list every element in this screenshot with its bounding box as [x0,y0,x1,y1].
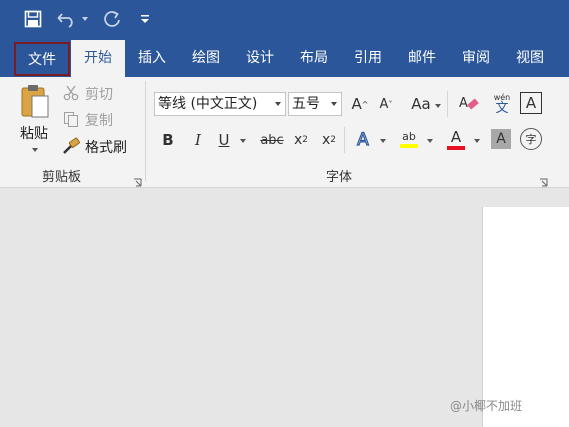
tab-home[interactable]: 开始 [71,40,125,77]
watermark-text: @小椰不加班 [450,399,523,413]
tab-view[interactable]: 视图 [504,40,556,77]
svg-text:A: A [459,96,468,111]
document-page[interactable] [482,207,569,427]
clipboard-group-label: 剪贴板 [42,170,82,185]
bold-button[interactable]: B [158,128,178,152]
font-size-value: 五号 [292,96,320,112]
tab-insert[interactable]: 插入 [126,40,178,77]
redo-icon[interactable] [101,8,123,30]
highlight-icon[interactable]: ab [398,126,420,152]
clear-formatting-icon[interactable]: A [456,92,482,116]
font-color-dropdown-icon[interactable] [474,139,480,143]
tab-draw[interactable]: 绘图 [180,40,232,77]
text-effects-dropdown-icon[interactable] [380,139,386,143]
change-case-button[interactable]: Aa [410,92,441,116]
clipboard-launcher-icon[interactable] [133,172,142,187]
grow-font-icon[interactable]: A ^ [350,92,370,116]
text-effects-icon[interactable]: A [352,128,374,152]
underline-button[interactable]: U [214,128,234,152]
highlight-dropdown-icon[interactable] [427,139,433,143]
font-group-label: 字体 [326,170,353,185]
superscript-button[interactable]: x2 [319,128,339,152]
divider [344,127,345,153]
subscript-button[interactable]: x2 [291,128,311,152]
character-shading-icon[interactable]: A [491,129,511,149]
paste-dropdown-icon[interactable] [32,148,38,152]
format-painter-icon [62,137,82,155]
tab-references[interactable]: 引用 [342,40,394,77]
cut-button[interactable]: 剪切 [85,84,113,104]
format-painter-button[interactable]: 格式刷 [85,137,127,157]
quick-access-toolbar [0,0,569,40]
save-icon[interactable] [22,8,44,30]
underline-dropdown-icon[interactable] [240,139,246,143]
tab-review[interactable]: 审阅 [450,40,502,77]
font-launcher-icon[interactable] [539,172,548,187]
font-name-value: 等线 (中文正文) [158,96,258,112]
font-size-combobox[interactable]: 五号 [288,92,342,116]
tab-mailings[interactable]: 邮件 [396,40,448,77]
undo-dropdown-icon[interactable] [80,8,90,30]
undo-icon[interactable] [56,8,78,30]
shrink-font-icon[interactable]: A ˅ [376,92,396,116]
ribbon-tab-bar: 文件 开始 插入 绘图 设计 布局 引用 邮件 审阅 视图 [0,40,569,77]
customize-qat-icon[interactable] [138,8,152,30]
copy-button[interactable]: 复制 [85,110,113,130]
paste-button[interactable]: 粘贴 [20,123,48,143]
font-color-icon[interactable]: A [445,126,467,152]
chevron-down-icon[interactable] [275,102,281,106]
cut-icon [62,84,80,102]
tab-layout[interactable]: 布局 [288,40,340,77]
paste-icon[interactable] [18,83,52,119]
phonetic-guide-icon[interactable]: wén 文 [489,90,515,118]
divider [447,91,448,117]
copy-icon [62,110,80,128]
group-divider [145,81,146,181]
tab-design[interactable]: 设计 [234,40,286,77]
chevron-down-icon[interactable] [331,102,337,106]
italic-button[interactable]: I [188,128,208,152]
font-name-combobox[interactable]: 等线 (中文正文) [154,92,286,116]
ribbon: 粘贴 剪切 复制 格式刷 剪贴板 等线 (中文正文) 五号 A ^ A ˅ Aa… [0,77,569,188]
strikethrough-button[interactable]: abc [258,128,286,152]
tab-file[interactable]: 文件 [14,42,70,76]
enclose-characters-icon[interactable]: 字 [520,128,542,150]
character-border-icon[interactable]: A [520,92,542,114]
